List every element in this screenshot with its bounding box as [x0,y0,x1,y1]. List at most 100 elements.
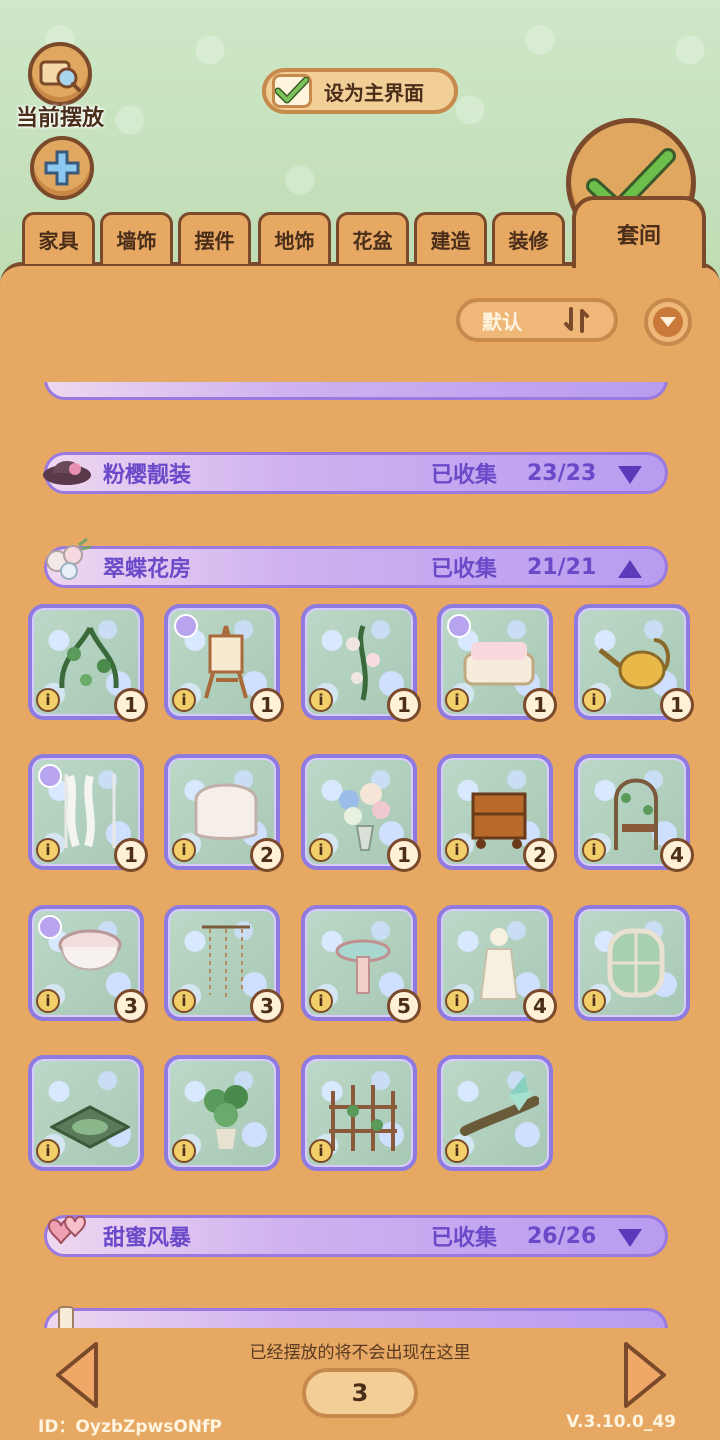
quantity-badge: 4 [523,989,557,1023]
info-icon[interactable]: i [36,1139,60,1163]
info-icon[interactable]: i [309,1139,333,1163]
info-icon[interactable]: i [445,1139,469,1163]
quantity-badge: 3 [250,989,284,1023]
quantity-badge: 1 [523,688,557,722]
pond-tile-icon [50,1105,130,1149]
tab-renovation[interactable]: 装修 [492,212,565,264]
quantity-badge: 1 [250,688,284,722]
item-slot[interactable]: i4 [574,754,694,872]
collected-count: 23/23 [527,460,597,486]
current-placed-button[interactable] [28,42,92,106]
item-slot[interactable]: i1 [28,754,148,872]
item-slot[interactable]: i3 [28,905,148,1023]
item-slot[interactable]: i [164,1055,280,1171]
quantity-badge: 1 [114,688,148,722]
item-slot[interactable]: i1 [574,604,694,722]
flower-bouquet-icon [46,537,92,580]
item-slot[interactable]: i1 [437,604,557,722]
item-slot[interactable]: i1 [301,754,421,872]
info-icon[interactable]: i [36,688,60,712]
watering-can-icon [598,638,671,690]
tab-floor-decor[interactable]: 地饰 [258,212,331,264]
lace-stool-icon [58,929,122,971]
info-icon[interactable]: i [582,838,606,862]
item-slot[interactable]: i [574,905,690,1021]
item-slot[interactable]: i [301,1055,417,1171]
category-bar-partial[interactable] [44,1306,668,1328]
birdbath-icon [335,939,391,994]
category-name: 翠蝶花房 [103,557,192,582]
info-icon[interactable]: i [309,688,333,712]
item-slot[interactable]: i1 [301,604,421,722]
collapse-triangle-icon [618,560,642,578]
info-icon[interactable]: i [309,838,333,862]
chevron-down-icon [660,317,676,327]
tab-suites[interactable]: 套间 [572,196,706,268]
info-icon[interactable]: i [36,838,60,862]
sofa-icon [463,642,535,686]
rose-vine-icon [346,625,380,701]
candle-icon [58,1306,74,1328]
next-page-arrow-icon[interactable] [622,1340,668,1410]
plus-icon [44,150,80,186]
quantity-badge: 3 [114,989,148,1023]
tea-cart-icon [471,792,527,849]
expand-triangle-icon [618,466,642,484]
current-placed-label: 当前摆放 [15,106,104,131]
item-slot[interactable]: i [28,1055,144,1171]
collected-label: 已收集 [431,463,498,488]
info-icon[interactable]: i [172,838,196,862]
info-icon[interactable]: i [445,989,469,1013]
quantity-badge: 4 [660,838,694,872]
prev-page-arrow-icon[interactable] [54,1340,100,1410]
item-slot[interactable]: i5 [301,905,421,1023]
info-icon[interactable]: i [309,989,333,1013]
filter-dropdown-button[interactable] [644,298,692,346]
item-slot[interactable]: i3 [164,905,284,1023]
checkbox[interactable] [272,74,312,108]
info-icon[interactable]: i [172,989,196,1013]
info-icon[interactable]: i [172,688,196,712]
item-slot[interactable]: i4 [437,905,557,1023]
item-slot[interactable]: i2 [437,754,557,872]
item-slot[interactable]: i [437,1055,553,1171]
collected-label: 已收集 [431,1226,498,1251]
page-number: 3 [302,1368,418,1418]
user-id: ID：OyzbZpwsONfP [38,1417,222,1437]
item-slot[interactable]: i2 [164,754,284,872]
tab-furniture[interactable]: 家具 [22,212,95,264]
vine-icon [59,626,119,689]
tab-ornaments[interactable]: 摆件 [178,212,251,264]
category-bar[interactable]: 翠蝶花房 已收集 21/21 [44,537,668,588]
category-bar[interactable]: 粉樱靓装 已收集 23/23 [43,452,668,494]
tab-building[interactable]: 建造 [414,212,487,264]
pink-hat-icon [43,461,91,485]
tab-wall-decor[interactable]: 墙饰 [100,212,173,264]
fence-icon [329,1085,397,1151]
version-label: V.3.10.0_49 [566,1412,676,1432]
set-main-interface-toggle[interactable]: 设为主界面 [262,68,458,114]
info-icon[interactable]: i [445,838,469,862]
quantity-badge: 1 [387,688,421,722]
lace-table-icon [194,783,258,840]
item-slot[interactable]: i1 [164,604,284,722]
info-icon[interactable]: i [445,688,469,712]
item-slot[interactable]: i1 [28,604,148,722]
butterfly-log-icon [460,1075,539,1136]
info-icon[interactable]: i [172,1139,196,1163]
set-main-interface-label: 设为主界面 [324,80,424,105]
info-icon[interactable]: i [582,688,606,712]
info-icon[interactable]: i [36,989,60,1013]
sort-arrows-icon [564,307,589,333]
add-button[interactable] [30,136,94,200]
quantity-badge: 1 [660,688,694,722]
sort-button[interactable]: 默认 [456,298,618,342]
tab-flower-pots[interactable]: 花盆 [336,212,409,264]
statue-icon [479,928,519,1000]
collected-label: 已收集 [431,557,498,582]
collected-count: 21/21 [527,554,597,580]
category-bar[interactable]: 甜蜜风暴 已收集 26/26 [44,1215,668,1257]
info-icon[interactable]: i [582,989,606,1013]
category-bar-partial[interactable] [44,382,668,400]
suite-list[interactable]: 粉樱靓装 已收集 23/23 翠蝶花房 已收集 21/21 i1i1i1i1i1… [0,382,720,1328]
